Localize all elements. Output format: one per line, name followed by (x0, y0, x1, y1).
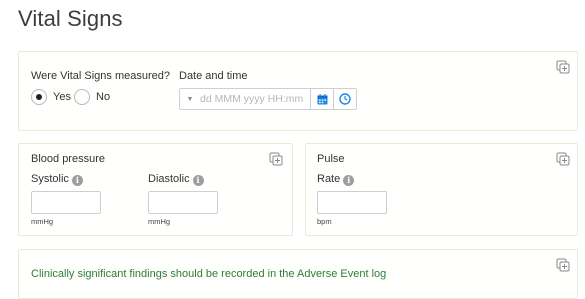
radio-no[interactable]: No (74, 89, 110, 105)
notice-card: Clinically significant findings should b… (18, 249, 578, 299)
radio-no-circle[interactable] (74, 89, 90, 105)
pulse-title: Pulse (317, 153, 345, 165)
diastolic-input[interactable] (148, 191, 218, 214)
systolic-label-text: Systolic (31, 173, 69, 185)
copy-icon[interactable] (556, 60, 570, 74)
datetime-label: Date and time (179, 70, 248, 82)
calendar-button[interactable] (310, 89, 333, 109)
systolic-label: Systolic i (31, 173, 83, 186)
rate-unit: bpm (317, 217, 332, 226)
clock-icon (339, 93, 351, 105)
calendar-icon (317, 93, 327, 104)
page-title: Vital Signs (18, 6, 123, 31)
radio-no-label: No (96, 91, 111, 103)
radio-yes[interactable]: Yes (31, 89, 71, 105)
adverse-event-notice: Clinically significant findings should b… (31, 268, 387, 280)
info-icon[interactable]: i (71, 175, 83, 186)
copy-icon[interactable] (269, 152, 283, 166)
diastolic-label: Diastolic i (148, 173, 204, 186)
diastolic-label-text: Diastolic (148, 173, 190, 185)
datetime-picker[interactable]: ▼ dd MMM yyyy HH:mm (179, 88, 357, 110)
systolic-unit: mmHg (31, 217, 54, 226)
datetime-input[interactable]: dd MMM yyyy HH:mm (200, 93, 310, 105)
copy-icon[interactable] (556, 258, 570, 272)
rate-input[interactable] (317, 191, 387, 214)
radio-yes-circle[interactable] (31, 89, 47, 105)
copy-icon[interactable] (556, 152, 570, 166)
clock-button[interactable] (333, 89, 356, 109)
systolic-input[interactable] (31, 191, 101, 214)
info-icon[interactable]: i (192, 175, 204, 186)
rate-label: Rate i (317, 173, 355, 186)
blood-pressure-title: Blood pressure (31, 153, 105, 165)
rate-label-text: Rate (317, 173, 341, 185)
measured-card: Were Vital Signs measured? Yes No Date a… (18, 51, 578, 131)
caret-down-icon[interactable]: ▼ (180, 96, 200, 103)
pulse-card: Pulse Rate i bpm (305, 143, 578, 236)
radio-yes-label: Yes (53, 91, 71, 103)
diastolic-unit: mmHg (148, 217, 171, 226)
info-icon[interactable]: i (343, 175, 355, 186)
vitals-measured-question: Were Vital Signs measured? (31, 70, 170, 82)
blood-pressure-card: Blood pressure Systolic i mmHg Diastolic i… (18, 143, 293, 236)
